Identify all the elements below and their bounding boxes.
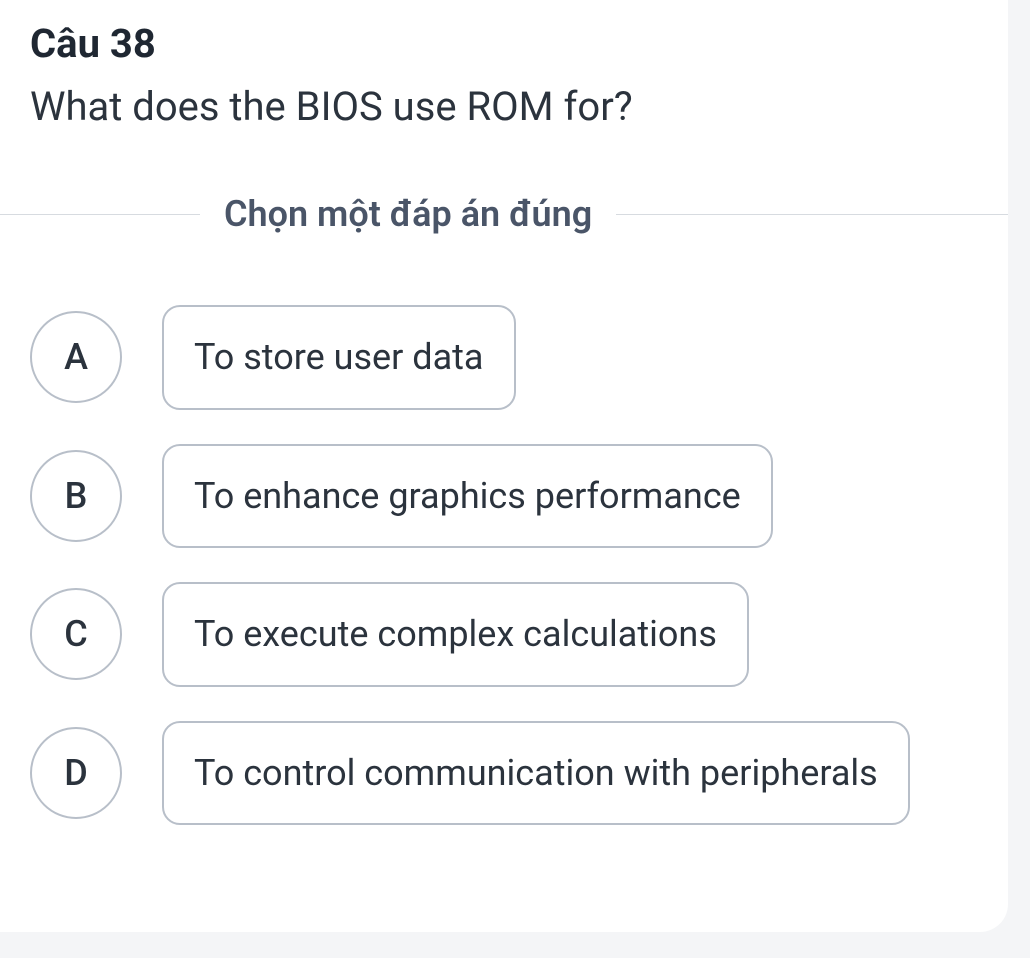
option-letter-circle: C	[30, 588, 122, 680]
option-letter-circle: B	[30, 450, 122, 542]
option-text-box: To control communication with peripheral…	[162, 721, 910, 826]
option-c[interactable]: C To execute complex calculations	[30, 582, 978, 687]
question-text: What does the BIOS use ROM for?	[30, 81, 978, 133]
option-letter-circle: A	[30, 311, 122, 403]
instruction-divider: Chọn một đáp án đúng	[30, 193, 978, 235]
question-card: Câu 38 What does the BIOS use ROM for? C…	[0, 0, 1008, 932]
option-text-box: To store user data	[162, 305, 516, 410]
option-a[interactable]: A To store user data	[30, 305, 978, 410]
question-number: Câu 38	[30, 20, 978, 67]
instruction-text: Chọn một đáp án đúng	[224, 193, 592, 235]
option-b[interactable]: B To enhance graphics performance	[30, 444, 978, 549]
divider-line-left	[0, 214, 200, 215]
option-d[interactable]: D To control communication with peripher…	[30, 721, 978, 826]
options-list: A To store user data B To enhance graphi…	[30, 305, 978, 825]
scrollbar-track[interactable]	[1024, 0, 1030, 958]
option-text-box: To enhance graphics performance	[162, 444, 773, 549]
option-text-box: To execute complex calculations	[162, 582, 749, 687]
option-letter-circle: D	[30, 727, 122, 819]
divider-line-right	[616, 214, 1008, 215]
